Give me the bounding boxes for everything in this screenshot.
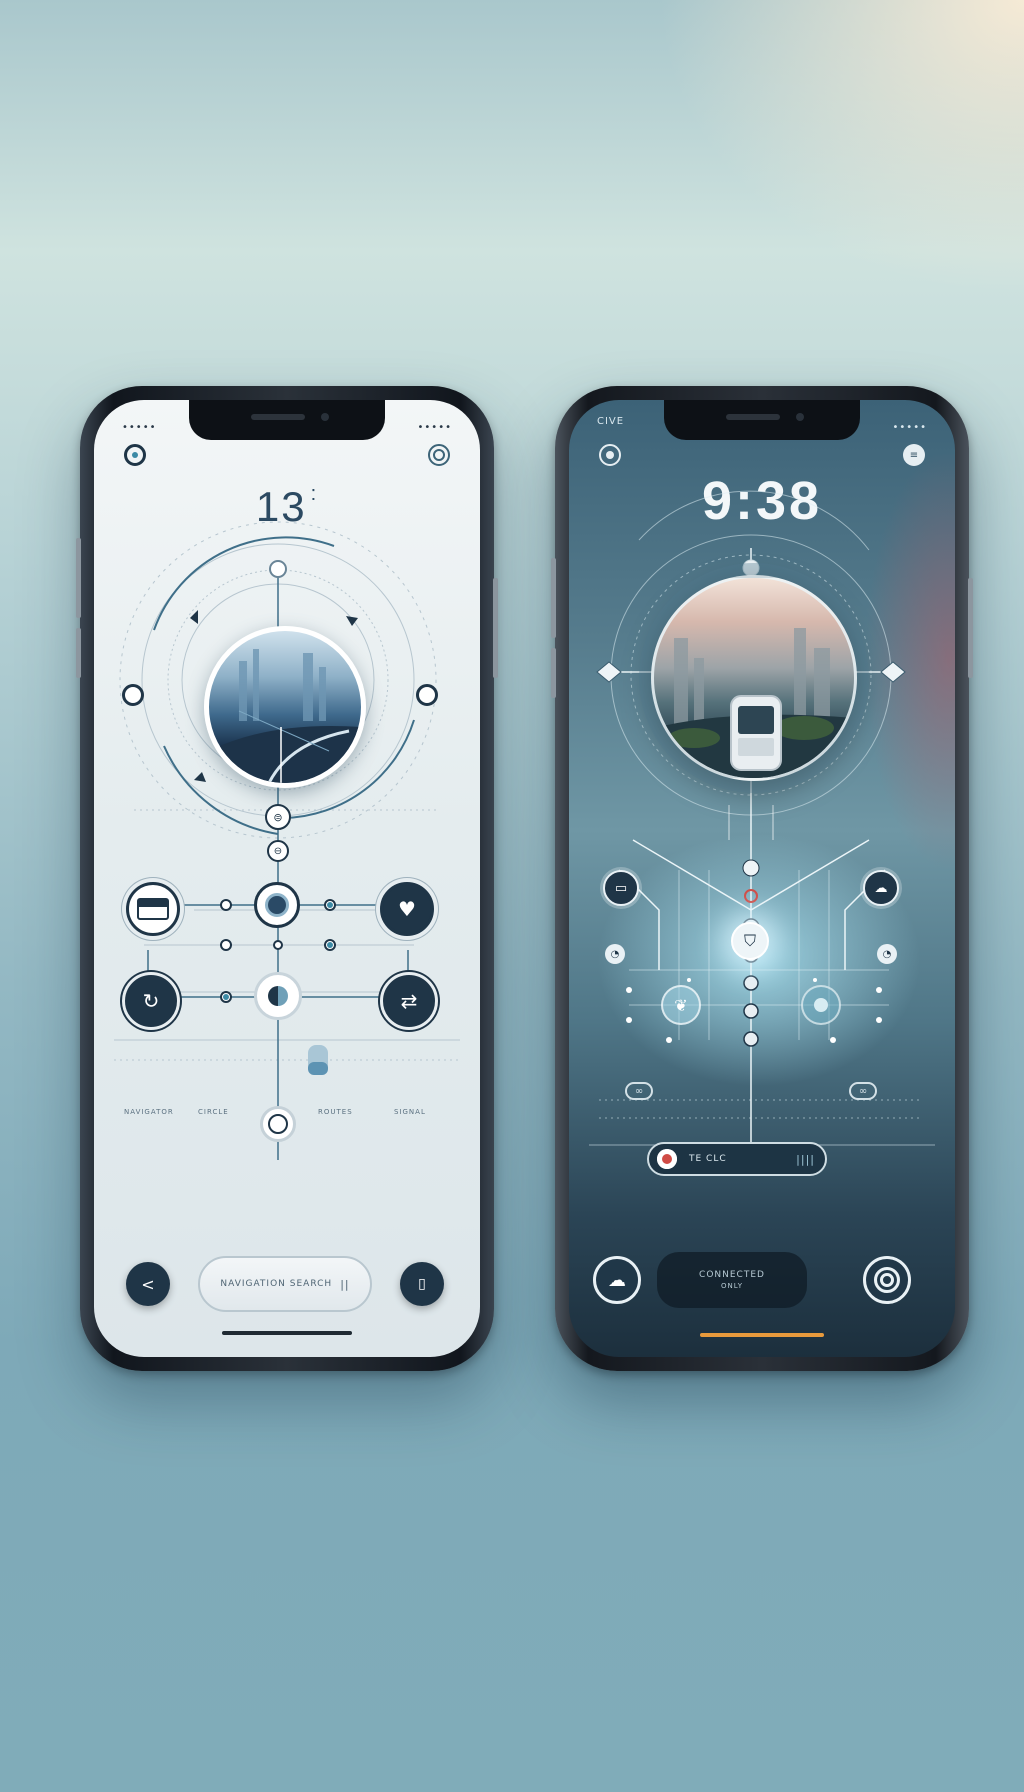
path-node-1[interactable]: ⊜ xyxy=(265,804,291,830)
bottom-pill[interactable]: CONNECTED ONLY xyxy=(657,1252,807,1308)
pin-heart-icon[interactable]: ♥ xyxy=(380,882,434,936)
cloud-icon[interactable]: ☁ xyxy=(863,870,899,906)
volume-button xyxy=(76,538,81,618)
ring-icon[interactable] xyxy=(260,1106,296,1142)
light-screen: ••••• ••••• 13: ⊜ ⊖ ♥ ↻ ⇄ NAVIGATOR CIRC… xyxy=(94,400,480,1357)
city-road-scene xyxy=(209,649,361,783)
lens-icon[interactable] xyxy=(254,882,300,928)
control-bar-text: TE CLC xyxy=(689,1154,727,1164)
orb-city-road-scene xyxy=(204,626,366,788)
micro-label-4: SIGNAL xyxy=(394,1108,426,1116)
city-sunset-device xyxy=(654,628,854,778)
orb-city-sunset-device xyxy=(651,575,857,781)
half-moon-icon[interactable] xyxy=(254,972,302,1020)
micro-label-1: NAVIGATOR xyxy=(124,1108,174,1116)
ring-node-right[interactable] xyxy=(416,684,438,706)
control-bar[interactable]: TE CLC |||| xyxy=(647,1142,827,1176)
search-pill-suffix: || xyxy=(340,1277,350,1291)
chain-icon-right[interactable]: ∞ xyxy=(849,1082,877,1100)
swap-icon[interactable]: ⇄ xyxy=(380,972,438,1030)
search-pill[interactable]: NAVIGATION SEARCH || xyxy=(198,1256,372,1312)
power-button xyxy=(968,578,973,678)
micro-label-3: ROUTES xyxy=(318,1108,353,1116)
volume-button-2 xyxy=(76,628,81,678)
shield-cloud-icon[interactable]: ☁ xyxy=(593,1256,641,1304)
back-button[interactable]: < xyxy=(126,1262,170,1306)
home-indicator[interactable] xyxy=(700,1333,824,1337)
home-indicator[interactable] xyxy=(222,1331,352,1335)
ring-node-left[interactable] xyxy=(122,684,144,706)
ring-icon[interactable] xyxy=(863,1256,911,1304)
dark-phone: CIVE ••••• ≡ 9:38 ▭ ☁ ◔ ◔ ⛉ ❦ ∞ ∞ TE CLC… xyxy=(551,386,973,1371)
screen-icon[interactable]: ▭ xyxy=(603,870,639,906)
clock-icon-right[interactable]: ◔ xyxy=(877,944,897,964)
clock-icon-left[interactable]: ◔ xyxy=(605,944,625,964)
shield-icon[interactable]: ⛉ xyxy=(731,922,769,960)
micro-label-2: CIRCLE xyxy=(198,1108,229,1116)
light-phone: ••••• ••••• 13: ⊜ ⊖ ♥ ↻ ⇄ NAVIGATOR CIRC… xyxy=(76,386,498,1371)
bottom-pill-sub: ONLY xyxy=(721,1282,743,1290)
dial-icon[interactable] xyxy=(801,985,841,1025)
control-bar-level: |||| xyxy=(796,1152,815,1166)
path-node-2[interactable]: ⊖ xyxy=(267,840,289,862)
bottom-pill-text: CONNECTED xyxy=(699,1270,765,1280)
record-icon[interactable] xyxy=(657,1149,677,1169)
circuit-lines xyxy=(114,521,460,1160)
document-icon[interactable]: ▯ xyxy=(400,1262,444,1306)
card-icon[interactable] xyxy=(126,882,180,936)
volume-button xyxy=(551,558,556,638)
power-button xyxy=(493,578,498,678)
chain-icon-left[interactable]: ∞ xyxy=(625,1082,653,1100)
volume-button-2 xyxy=(551,648,556,698)
search-pill-text: NAVIGATION SEARCH xyxy=(220,1279,333,1289)
dark-screen: CIVE ••••• ≡ 9:38 ▭ ☁ ◔ ◔ ⛉ ❦ ∞ ∞ TE CLC… xyxy=(569,400,955,1357)
leaf-icon[interactable]: ❦ xyxy=(661,985,701,1025)
ring-node-top[interactable] xyxy=(269,560,287,578)
refresh-icon[interactable]: ↻ xyxy=(122,972,180,1030)
